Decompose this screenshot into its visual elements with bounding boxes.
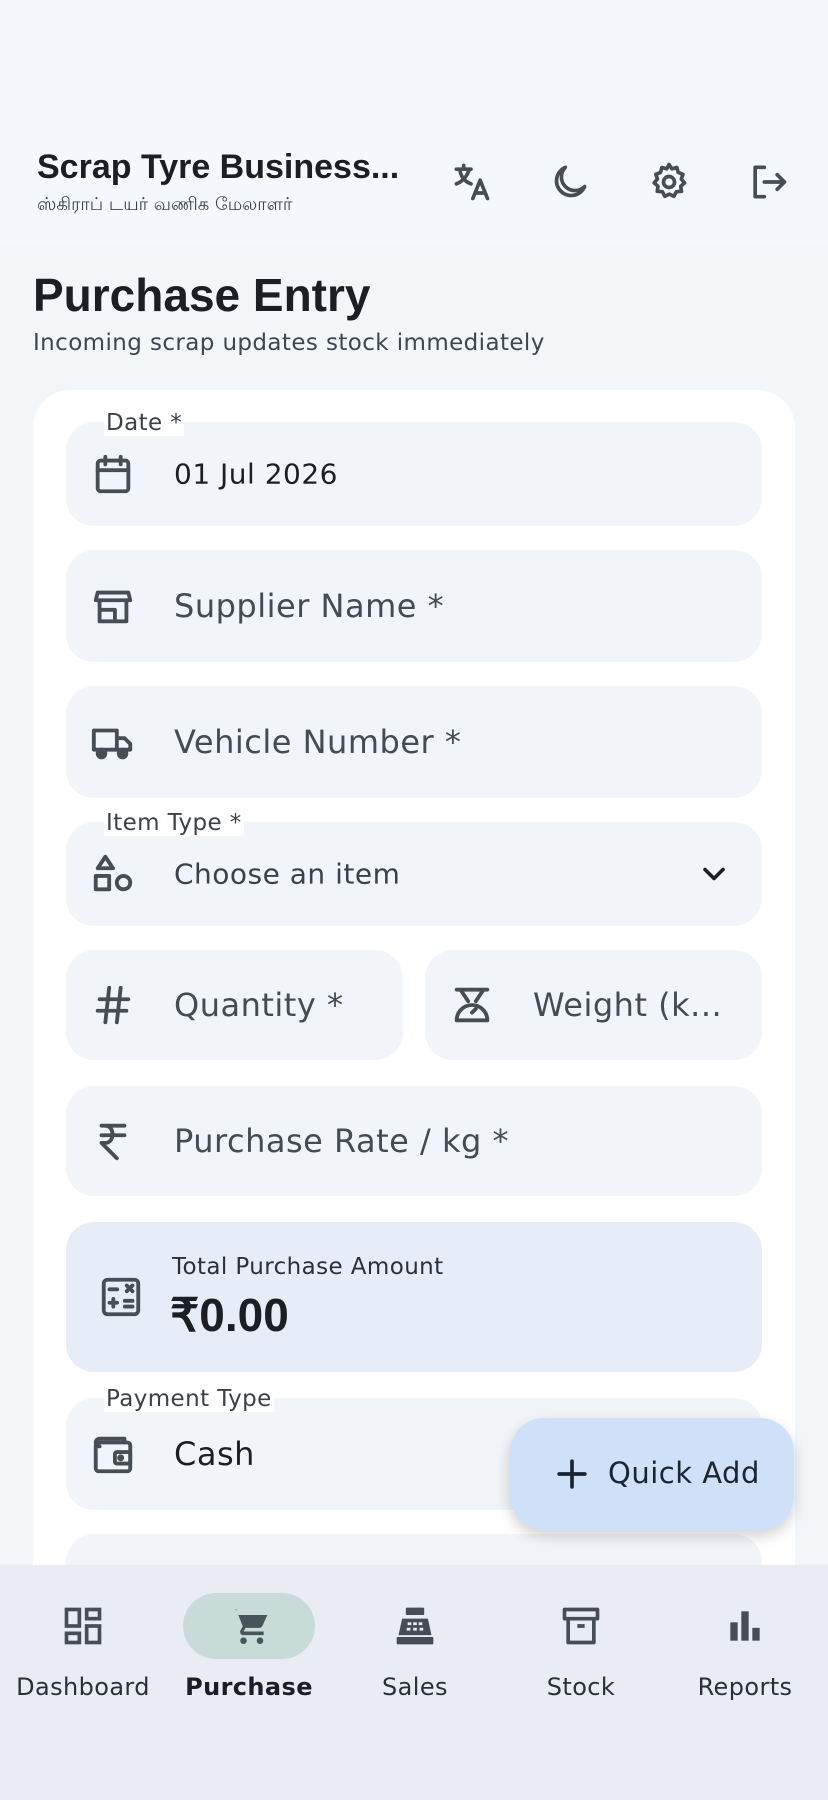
logout-icon <box>753 165 787 199</box>
quantity-placeholder: Quantity * <box>174 986 344 1024</box>
nav-pill-stock <box>515 1593 647 1659</box>
shapes-icon <box>90 851 136 897</box>
nav-pill-sales <box>349 1593 481 1659</box>
nav-label-reports: Reports <box>697 1673 793 1701</box>
quick-add-label: Quick Add <box>608 1456 760 1490</box>
total-purchase-amount-panel: Total Purchase Amount ₹0.00 <box>66 1222 762 1372</box>
payment-type-value: Cash <box>174 1435 255 1473</box>
translate-button[interactable] <box>443 154 499 210</box>
status-bar-area <box>0 0 828 130</box>
nav-pill-dashboard <box>17 1593 149 1659</box>
bar-chart-icon <box>730 1611 760 1641</box>
item-type-select[interactable]: Choose an item <box>66 822 762 926</box>
store-icon <box>90 583 136 629</box>
vehicle-number-field[interactable]: Vehicle Number * <box>66 686 762 798</box>
translate-icon <box>454 163 490 201</box>
archive-icon <box>562 1607 600 1645</box>
nav-label-stock: Stock <box>546 1673 616 1701</box>
vehicle-number-placeholder: Vehicle Number * <box>174 723 462 761</box>
supplier-name-field[interactable]: Supplier Name * <box>66 550 762 662</box>
date-value: 01 Jul 2026 <box>174 457 338 491</box>
date-label: Date * <box>104 410 185 436</box>
nav-label-sales: Sales <box>382 1673 448 1701</box>
date-field[interactable]: 01 Jul 2026 <box>66 422 762 526</box>
dark-mode-button[interactable] <box>542 154 598 210</box>
app-title: Scrap Tyre Business... <box>37 148 400 186</box>
truck-icon <box>90 719 136 765</box>
plus-icon <box>557 1459 587 1489</box>
purchase-rate-placeholder: Purchase Rate / kg * <box>174 1122 509 1160</box>
total-purchase-amount-label: Total Purchase Amount <box>172 1254 444 1280</box>
page-title: Purchase Entry <box>33 269 371 321</box>
nav-item-stock[interactable]: Stock <box>498 1593 664 1713</box>
dashboard-icon <box>64 1607 102 1645</box>
cash-register-icon <box>396 1607 434 1645</box>
settings-button[interactable] <box>641 154 697 210</box>
rupee-icon <box>90 1118 136 1164</box>
quantity-field[interactable]: Quantity * <box>66 950 403 1060</box>
item-type-value: Choose an item <box>174 857 401 891</box>
nav-label-dashboard: Dashboard <box>16 1673 150 1701</box>
cart-icon <box>230 1609 268 1644</box>
settings-icon <box>652 162 687 199</box>
nav-pill-purchase <box>183 1593 315 1659</box>
nav-item-sales[interactable]: Sales <box>332 1593 498 1713</box>
chevron-down-icon <box>696 856 732 892</box>
wallet-icon <box>90 1431 136 1477</box>
calendar-icon <box>90 451 136 497</box>
item-type-label: Item Type * <box>104 810 244 836</box>
nav-pill-reports <box>679 1593 811 1659</box>
dark-mode-icon <box>554 165 587 198</box>
purchase-rate-field[interactable]: Purchase Rate / kg * <box>66 1086 762 1196</box>
page-subtitle: Incoming scrap updates stock immediately <box>33 330 545 356</box>
weight-field[interactable]: Weight (k... <box>425 950 762 1060</box>
bottom-navigation: Dashboard Purchase Sales Stock Reports <box>0 1565 828 1800</box>
nav-item-dashboard[interactable]: Dashboard <box>0 1593 166 1713</box>
app-bar: Scrap Tyre Business... ஸ்கிராப் டயர் வணி… <box>0 130 828 244</box>
calculator-icon <box>98 1274 144 1320</box>
logout-button[interactable] <box>740 154 796 210</box>
quick-add-button[interactable]: Quick Add <box>510 1418 794 1530</box>
hash-icon <box>90 982 136 1028</box>
nav-item-reports[interactable]: Reports <box>662 1593 828 1713</box>
nav-item-purchase[interactable]: Purchase <box>166 1593 332 1713</box>
nav-label-purchase: Purchase <box>185 1673 313 1701</box>
payment-type-label: Payment Type <box>104 1386 274 1412</box>
weight-scale-icon <box>449 982 495 1028</box>
weight-placeholder: Weight (k... <box>533 986 723 1024</box>
app-subtitle: ஸ்கிராப் டயர் வணிக மேலாளர் <box>37 194 293 215</box>
supplier-name-placeholder: Supplier Name * <box>174 587 445 625</box>
total-purchase-amount-value: ₹0.00 <box>170 1289 289 1341</box>
